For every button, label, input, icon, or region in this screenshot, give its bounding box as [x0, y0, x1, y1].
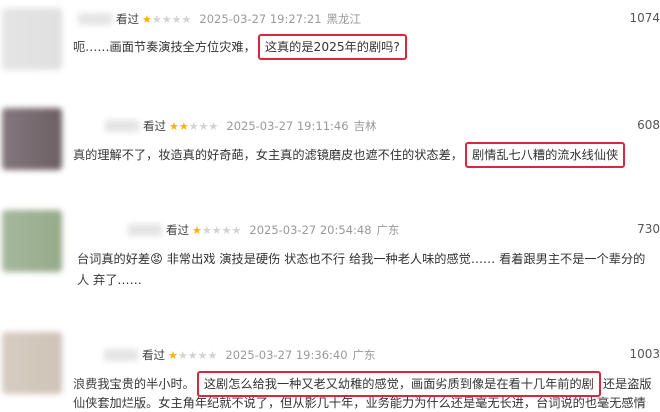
review-text-line: 真的理解不了，妆造真的好奇葩，女主真的滤镜磨皮也遮不住的状态差， 剧情乱七八糟的流…	[73, 142, 627, 168]
star-empty-icon: ★	[231, 223, 242, 237]
watch-status: 看过	[143, 119, 166, 133]
username-redacted[interactable]	[78, 13, 112, 25]
review-text: 人 弃了……	[77, 273, 142, 287]
star-rating: ★ ★ ★ ★ ★	[169, 121, 218, 132]
highlighted-quote: 这真的是2025年的剧吗?	[257, 34, 407, 60]
review-meta: 看过 ★ ★ ★ ★ ★ 2025-03-27 20:54:48 广东	[128, 222, 400, 238]
useful-votes-count[interactable]: 608	[637, 118, 660, 132]
star-empty-icon: ★	[171, 12, 182, 26]
review-text: 还是盗版	[602, 377, 652, 391]
star-filled-icon: ★	[178, 119, 189, 133]
watch-status: 看过	[142, 348, 165, 362]
review-meta: 看过 ★ ★ ★ ★ ★ 2025-03-27 19:27:21 黑龙江	[78, 11, 361, 27]
review-location: 黑龙江	[326, 12, 362, 26]
username-redacted[interactable]	[128, 224, 162, 236]
review-location: 广东	[352, 348, 376, 362]
review-text-line: 呃……画面节奏演技全方位灾难， 这真的是2025年的剧吗?	[73, 34, 409, 60]
useful-votes-count[interactable]: 1074	[629, 11, 660, 25]
review-timestamp: 2025-03-27 19:27:21	[199, 12, 322, 26]
review-timestamp: 2025-03-27 19:11:46	[226, 119, 349, 133]
username-redacted[interactable]	[105, 120, 139, 132]
star-empty-icon: ★	[211, 223, 222, 237]
review-text: 呃……画面节奏演技全方位灾难，	[73, 40, 256, 54]
review-timestamp: 2025-03-27 20:54:48	[249, 223, 372, 237]
star-empty-icon: ★	[207, 348, 218, 362]
star-empty-icon: ★	[201, 223, 212, 237]
review-text: 仙侠套加烂版。女主角年纪就不说了，但从影几十年，业务能力为什么还是毫无长进，台词…	[73, 396, 646, 410]
star-empty-icon: ★	[161, 12, 172, 26]
avatar[interactable]	[2, 210, 62, 272]
highlighted-quote: 剧情乱七八糟的流水线仙侠	[465, 142, 626, 168]
avatar[interactable]	[2, 332, 62, 394]
star-empty-icon: ★	[198, 119, 209, 133]
review-text: 浪费我宝贵的半小时。	[73, 377, 195, 391]
useful-votes-count[interactable]: 1003	[629, 347, 660, 361]
star-empty-icon: ★	[151, 12, 162, 26]
review-text: 台词真的好差😡 非常出戏 演技是硬伤 状态也不行 给我一种老人味的感觉…… 看着…	[77, 252, 646, 266]
review-meta: 看过 ★ ★ ★ ★ ★ 2025-03-27 19:36:40 广东	[104, 347, 376, 363]
avatar[interactable]	[2, 8, 62, 70]
avatar[interactable]	[2, 108, 62, 170]
review-text-line: 人 弃了……	[77, 271, 142, 289]
star-rating: ★ ★ ★ ★ ★	[192, 225, 241, 236]
review-meta: 看过 ★ ★ ★ ★ ★ 2025-03-27 19:11:46 吉林	[105, 118, 377, 134]
username-redacted[interactable]	[104, 349, 138, 361]
star-empty-icon: ★	[177, 348, 188, 362]
star-empty-icon: ★	[188, 119, 199, 133]
star-filled-icon: ★	[192, 223, 202, 237]
star-empty-icon: ★	[181, 12, 192, 26]
star-rating: ★ ★ ★ ★ ★	[168, 350, 217, 361]
watch-status: 看过	[116, 12, 139, 26]
review-text-line: 浪费我宝贵的半小时。 这剧怎么给我一种又老又幼稚的感觉，画面劣质到像是在看十几年前…	[73, 371, 652, 397]
star-empty-icon: ★	[208, 119, 219, 133]
star-empty-icon: ★	[187, 348, 198, 362]
review-location: 广东	[376, 223, 400, 237]
watch-status: 看过	[166, 223, 189, 237]
star-empty-icon: ★	[221, 223, 232, 237]
useful-votes-count[interactable]: 730	[637, 222, 660, 236]
review-text-line: 台词真的好差😡 非常出戏 演技是硬伤 状态也不行 给我一种老人味的感觉…… 看着…	[77, 250, 645, 268]
star-filled-icon: ★	[142, 12, 152, 26]
star-filled-icon: ★	[168, 348, 178, 362]
review-text-line: 仙侠套加烂版。女主角年纪就不说了，但从影几十年，业务能力为什么还是毫无长进，台词…	[73, 394, 646, 412]
star-rating: ★ ★ ★ ★ ★	[142, 14, 191, 25]
review-text: 真的理解不了，妆造真的好奇葩，女主真的滤镜磨皮也遮不住的状态差，	[73, 148, 463, 162]
star-empty-icon: ★	[197, 348, 208, 362]
star-filled-icon: ★	[169, 119, 179, 133]
review-timestamp: 2025-03-27 19:36:40	[225, 348, 348, 362]
review-location: 吉林	[353, 119, 377, 133]
